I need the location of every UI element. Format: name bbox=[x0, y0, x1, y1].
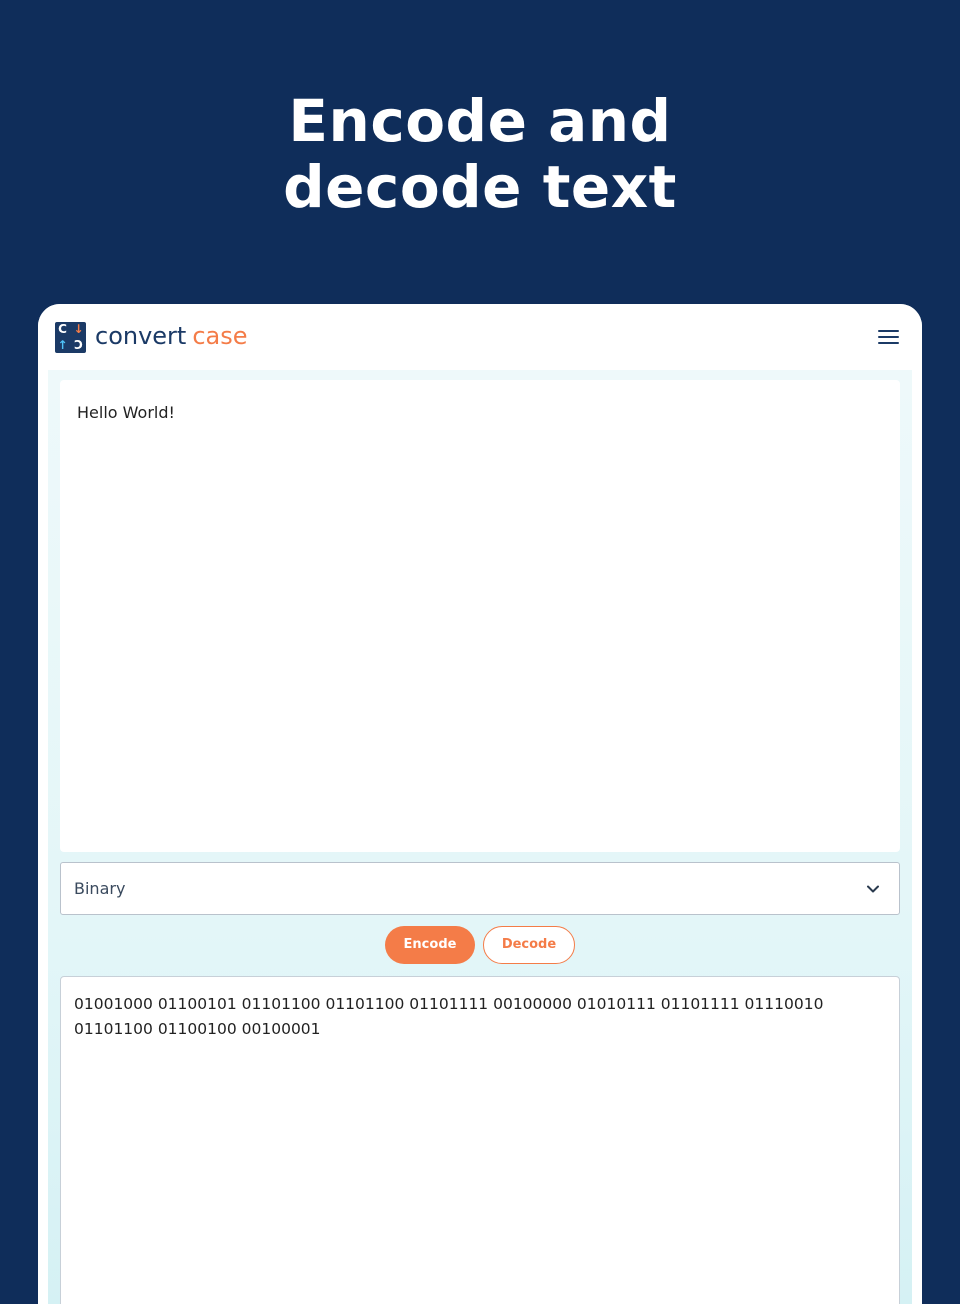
menu-bar-line bbox=[878, 336, 899, 338]
logo-c-glyph-icon: C bbox=[58, 322, 67, 336]
app-window: C ↓ ↑ Ɔ convert case Hello World! Binary … bbox=[38, 304, 922, 1304]
brand-word-case: case bbox=[192, 322, 248, 350]
output-textarea[interactable]: 01001000 01100101 01101100 01101100 0110… bbox=[60, 976, 900, 1304]
brand-wordmark[interactable]: convert case bbox=[95, 321, 248, 351]
headline-line-2: decode text bbox=[283, 153, 677, 221]
input-text: Hello World! bbox=[77, 403, 175, 422]
promo-headline: Encode and decode text bbox=[0, 88, 960, 220]
chevron-down-icon bbox=[867, 885, 879, 893]
app-header: C ↓ ↑ Ɔ convert case bbox=[38, 304, 922, 370]
convert-case-logo-icon[interactable]: C ↓ ↑ Ɔ bbox=[55, 322, 86, 353]
brand-word-convert: convert bbox=[95, 322, 187, 350]
decode-button[interactable]: Decode bbox=[483, 926, 575, 964]
output-text: 01001000 01100101 01101100 01101100 0110… bbox=[74, 995, 824, 1038]
hamburger-menu-icon[interactable] bbox=[878, 328, 900, 346]
menu-bar-line bbox=[878, 342, 899, 344]
logo-arrow-down-icon: ↓ bbox=[73, 322, 84, 336]
converter-panel: Hello World! Binary Encode Decode 010010… bbox=[48, 370, 912, 1304]
logo-reverse-c-glyph-icon: Ɔ bbox=[74, 338, 83, 352]
logo-arrow-up-icon: ↑ bbox=[57, 338, 68, 352]
encoding-select[interactable]: Binary bbox=[60, 862, 900, 915]
encoding-select-value: Binary bbox=[74, 879, 126, 898]
menu-bar-line bbox=[878, 330, 899, 332]
headline-line-1: Encode and bbox=[288, 87, 672, 155]
encode-button[interactable]: Encode bbox=[385, 926, 475, 964]
input-textarea[interactable]: Hello World! bbox=[60, 380, 900, 852]
